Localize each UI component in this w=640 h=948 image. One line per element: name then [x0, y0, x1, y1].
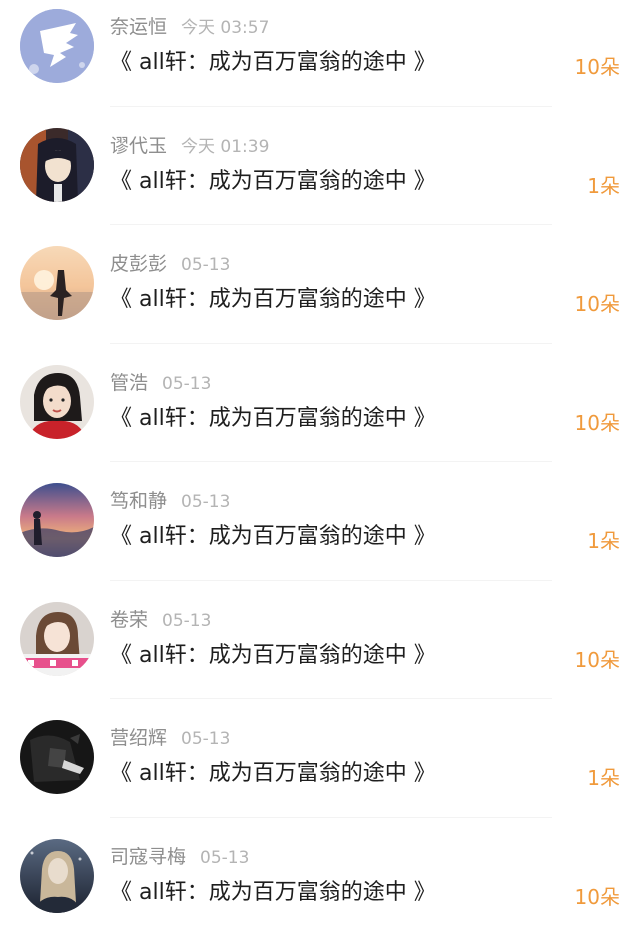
list-item[interactable]: 营绍辉 05-13 《 all轩：成为百万富翁的途中 》 1朵: [0, 711, 640, 830]
user-name[interactable]: 笃和静: [110, 490, 167, 512]
flower-count: 1朵: [587, 526, 620, 556]
title-close-quote: 》: [414, 761, 436, 786]
avatar[interactable]: [20, 602, 94, 676]
title-close-quote: 》: [414, 406, 436, 431]
timestamp: 05-13: [200, 848, 249, 868]
title-close-quote: 》: [414, 880, 436, 905]
timestamp: 05-13: [181, 255, 230, 275]
portrait-red-avatar-icon: [20, 365, 94, 439]
avatar[interactable]: [20, 365, 94, 439]
avatar[interactable]: [20, 720, 94, 794]
divider: [110, 106, 552, 107]
flower-count: 10朵: [575, 645, 620, 675]
list-item[interactable]: 卷荣 05-13 《 all轩：成为百万富翁的途中 》 10朵: [0, 593, 640, 712]
divider: [110, 817, 552, 818]
title-open-quote: 《: [110, 880, 132, 905]
entry-meta: 奈运恒今天 03:57: [110, 14, 269, 40]
user-name[interactable]: 管浩: [110, 372, 148, 394]
entry-meta: 皮彭彭 05-13: [110, 251, 230, 277]
title-open-quote: 《: [110, 643, 132, 668]
anime-girl-avatar-icon: [20, 128, 94, 202]
list-item[interactable]: 笃和静 05-13 《 all轩：成为百万富翁的途中 》 1朵: [0, 474, 640, 593]
divider: [110, 224, 552, 225]
title-open-quote: 《: [110, 524, 132, 549]
flower-count: 10朵: [575, 882, 620, 912]
entry-meta: 笃和静 05-13: [110, 488, 230, 514]
work-title[interactable]: 《 all轩：成为百万富翁的途中 》: [110, 283, 436, 317]
user-name[interactable]: 奈运恒: [110, 16, 167, 38]
entry-meta: 管浩 05-13: [110, 370, 211, 396]
user-name[interactable]: 卷荣: [110, 609, 148, 631]
timestamp: 今天 01:39: [181, 137, 269, 157]
flower-count: 1朵: [587, 763, 620, 793]
list-item[interactable]: 奈运恒今天 03:57 《 all轩：成为百万富翁的途中 》 10朵: [0, 0, 640, 119]
list-item[interactable]: 司寇寻梅 05-13 《 all轩：成为百万富翁的途中 》 10朵: [0, 830, 640, 948]
girl-pink-avatar-icon: [20, 602, 94, 676]
sunset-beach-avatar-icon: [20, 246, 94, 320]
title-open-quote: 《: [110, 406, 132, 431]
title-close-quote: 》: [414, 50, 436, 75]
dark-photo-avatar-icon: [20, 720, 94, 794]
avatar[interactable]: [20, 128, 94, 202]
title-text: all轩：成为百万富翁的途中: [139, 643, 407, 668]
title-close-quote: 》: [414, 287, 436, 312]
user-name[interactable]: 营绍辉: [110, 727, 167, 749]
work-title[interactable]: 《 all轩：成为百万富翁的途中 》: [110, 639, 436, 673]
entry-meta: 谬代玉今天 01:39: [110, 133, 269, 159]
gift-record-list: 奈运恒今天 03:57 《 all轩：成为百万富翁的途中 》 10朵 谬代玉今天…: [0, 0, 640, 948]
dusk-sky-avatar-icon: [20, 483, 94, 557]
divider: [110, 580, 552, 581]
avatar[interactable]: [20, 483, 94, 557]
timestamp: 05-13: [162, 611, 211, 631]
divider: [110, 698, 552, 699]
avatar[interactable]: [20, 9, 94, 83]
title-text: all轩：成为百万富翁的途中: [139, 761, 407, 786]
title-close-quote: 》: [414, 643, 436, 668]
timestamp: 05-13: [181, 492, 230, 512]
title-open-quote: 《: [110, 169, 132, 194]
entry-meta: 司寇寻梅 05-13: [110, 844, 249, 870]
title-close-quote: 》: [414, 524, 436, 549]
title-text: all轩：成为百万富翁的途中: [139, 169, 407, 194]
entry-meta: 卷荣 05-13: [110, 607, 211, 633]
timestamp: 05-13: [181, 729, 230, 749]
flower-count: 10朵: [575, 408, 620, 438]
title-open-quote: 《: [110, 287, 132, 312]
title-text: all轩：成为百万富翁的途中: [139, 880, 407, 905]
title-open-quote: 《: [110, 761, 132, 786]
list-item[interactable]: 皮彭彭 05-13 《 all轩：成为百万富翁的途中 》 10朵: [0, 237, 640, 356]
title-open-quote: 《: [110, 50, 132, 75]
divider: [110, 461, 552, 462]
title-text: all轩：成为百万富翁的途中: [139, 406, 407, 431]
flower-count: 10朵: [575, 52, 620, 82]
night-girl-avatar-icon: [20, 839, 94, 913]
divider: [110, 343, 552, 344]
work-title[interactable]: 《 all轩：成为百万富翁的途中 》: [110, 46, 436, 80]
timestamp: 05-13: [162, 374, 211, 394]
work-title[interactable]: 《 all轩：成为百万富翁的途中 》: [110, 402, 436, 436]
avatar[interactable]: [20, 839, 94, 913]
title-text: all轩：成为百万富翁的途中: [139, 524, 407, 549]
work-title[interactable]: 《 all轩：成为百万富翁的途中 》: [110, 876, 436, 910]
list-item[interactable]: 谬代玉今天 01:39 《 all轩：成为百万富翁的途中 》 1朵: [0, 119, 640, 238]
angel-wing-avatar-icon: [20, 9, 94, 83]
title-close-quote: 》: [414, 169, 436, 194]
list-item[interactable]: 管浩 05-13 《 all轩：成为百万富翁的途中 》 10朵: [0, 356, 640, 475]
user-name[interactable]: 谬代玉: [110, 135, 167, 157]
work-title[interactable]: 《 all轩：成为百万富翁的途中 》: [110, 520, 436, 554]
work-title[interactable]: 《 all轩：成为百万富翁的途中 》: [110, 165, 436, 199]
title-text: all轩：成为百万富翁的途中: [139, 50, 407, 75]
title-text: all轩：成为百万富翁的途中: [139, 287, 407, 312]
user-name[interactable]: 皮彭彭: [110, 253, 167, 275]
user-name[interactable]: 司寇寻梅: [110, 846, 186, 868]
flower-count: 10朵: [575, 289, 620, 319]
timestamp: 今天 03:57: [181, 18, 269, 38]
avatar[interactable]: [20, 246, 94, 320]
entry-meta: 营绍辉 05-13: [110, 725, 230, 751]
work-title[interactable]: 《 all轩：成为百万富翁的途中 》: [110, 757, 436, 791]
flower-count: 1朵: [587, 171, 620, 201]
